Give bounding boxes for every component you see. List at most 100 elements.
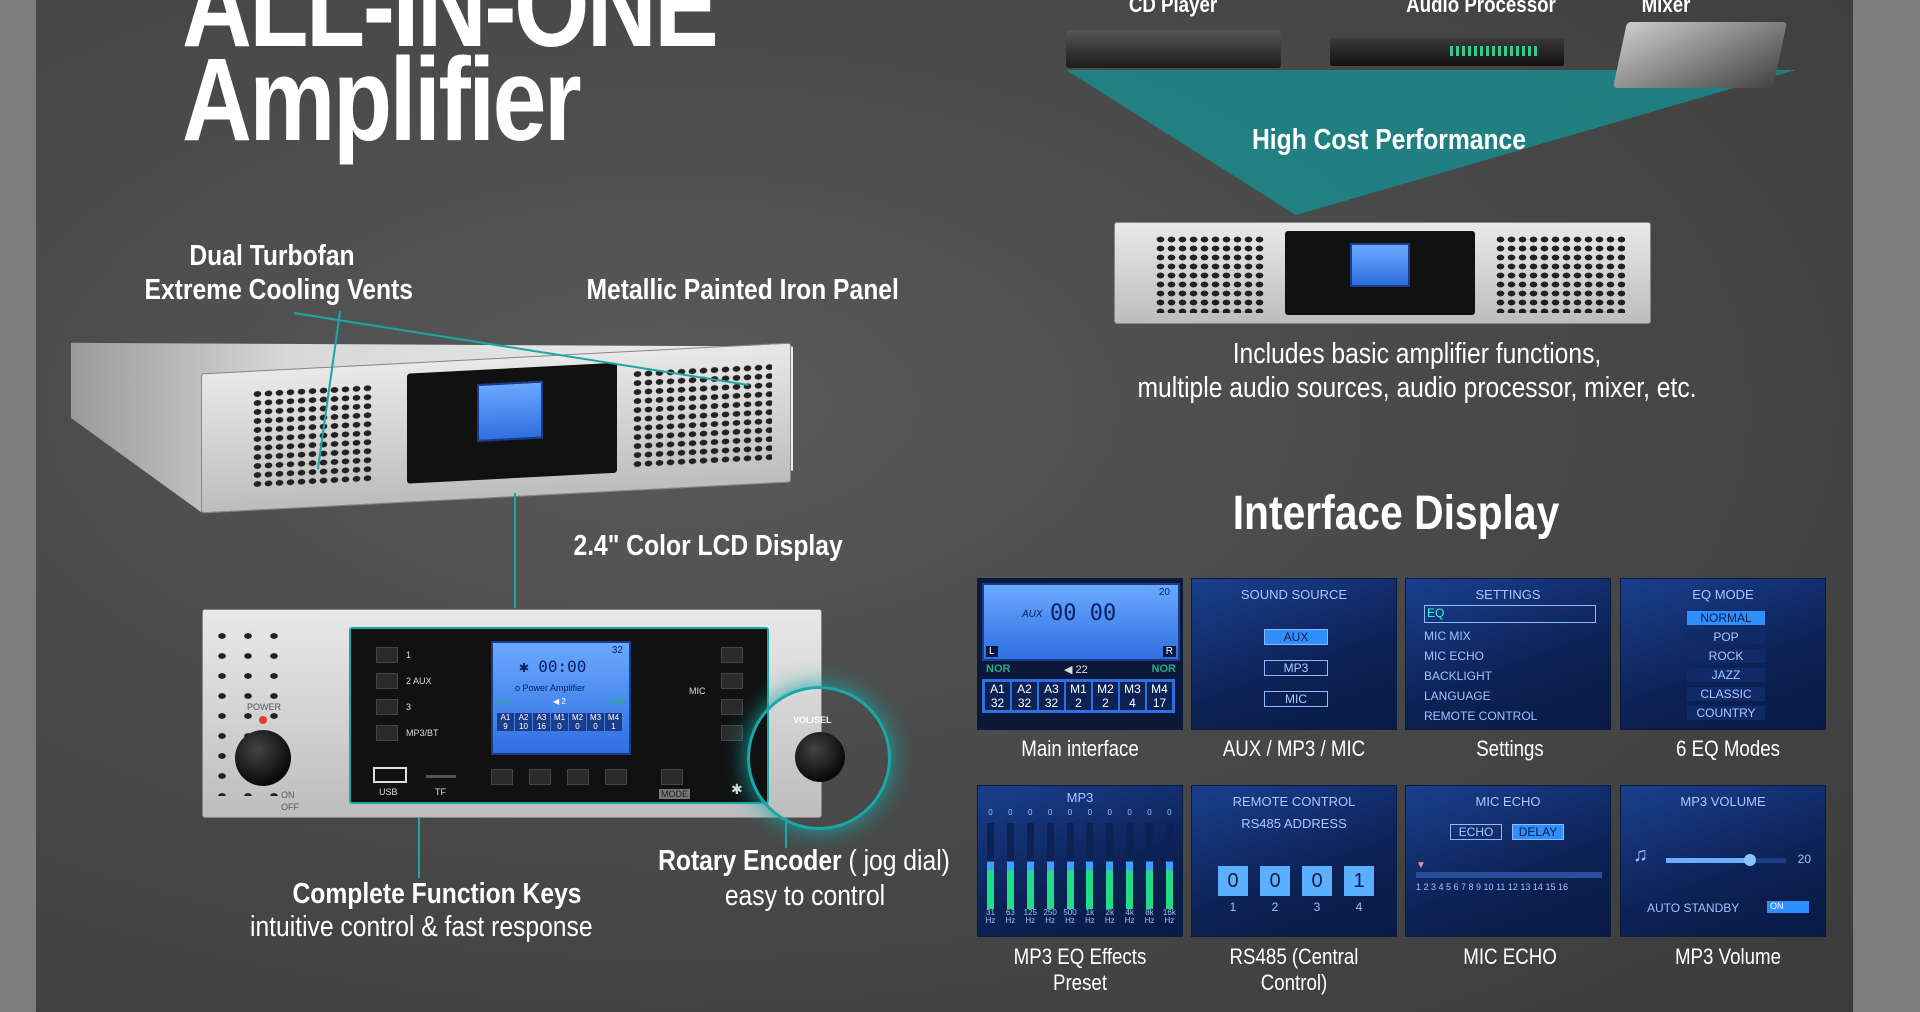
mp3-bt-label: MP3/BT — [406, 728, 439, 738]
echo-tab: ECHO — [1450, 824, 1502, 840]
settings-item: EQ — [1424, 605, 1596, 623]
power-knob[interactable] — [235, 730, 291, 786]
source-option: MP3 — [1264, 660, 1328, 676]
screen-rs485: REMOTE CONTROL RS485 ADDRESS 01 02 03 14 — [1191, 785, 1397, 937]
caption-settings: Settings — [1476, 736, 1544, 761]
tf-slot[interactable] — [426, 775, 456, 778]
eq-mode: NORMAL — [1687, 611, 1765, 625]
caption-rs485: RS485 (Central Control) — [1229, 944, 1359, 995]
eq-mode: ROCK — [1687, 649, 1765, 663]
eq-band: 0 250 Hz — [1043, 808, 1057, 925]
volume-slider — [1666, 854, 1786, 866]
lcd-channel: A2 10 — [515, 713, 532, 731]
eq-band: 0 63 Hz — [1005, 808, 1016, 925]
callout-vents-line2: Extreme Cooling Vents — [144, 274, 413, 306]
aux-label-3: 3 — [406, 702, 412, 712]
eq-band: 0 31 Hz — [985, 808, 996, 925]
interface-title: Interface Display — [1232, 487, 1560, 540]
callout-encoder-sub: easy to control — [724, 880, 886, 912]
mic-key-3[interactable] — [721, 699, 743, 715]
callout-keys-title: Complete Function Keys — [292, 878, 582, 910]
screen-mp3-eq: MP3 0 31 Hz 0 63 Hz 0 125 Hz 0 250 Hz 0 500 Hz 0 1k… — [977, 785, 1183, 937]
lcd-text: o Power Amplifier — [515, 683, 586, 693]
play-pause-key[interactable] — [529, 769, 551, 785]
settings-item: MIC MIX — [1424, 629, 1471, 643]
prev-key[interactable] — [491, 769, 513, 785]
mode-label: MODE — [659, 789, 690, 799]
callout-panel: Metallic Painted Iron Panel — [586, 274, 899, 306]
lcd-nor-left: NOR — [495, 697, 513, 706]
eq-band: 0 1k Hz — [1084, 808, 1095, 925]
lcd-time: ✱ 00:00 — [519, 657, 587, 676]
mic-label: MIC — [689, 686, 706, 696]
aux-label-1: 1 — [406, 650, 412, 660]
address-digit: 0 — [1260, 866, 1290, 896]
amplifier-angled-front — [201, 342, 791, 514]
caption-mp3-eq: MP3 EQ Effects Preset — [1013, 944, 1147, 995]
screen-main: 20 AUX 00 00 L R NOR ◀ 22 NOR A1 32 A2 32 … — [977, 578, 1183, 730]
product-banner: ALL-IN-ONE Amplifier CD Player Audio Pro… — [36, 0, 1853, 1012]
amplifier-front-image — [1114, 222, 1651, 324]
eq-mode: POP — [1687, 630, 1765, 644]
repeat-key[interactable] — [605, 769, 627, 785]
usb-port[interactable] — [373, 767, 407, 783]
source-option: AUX — [1264, 629, 1328, 645]
main-channel: A1 32 — [985, 682, 1010, 710]
eq-band: 0 125 Hz — [1023, 808, 1037, 925]
includes-line2: multiple audio sources, audio processor,… — [1137, 372, 1697, 404]
mode-key[interactable] — [661, 769, 683, 785]
eq-band: 0 4k Hz — [1124, 808, 1135, 925]
screen-settings: SETTINGS EQ MIC MIX MIC ECHO BACKLIGHT L… — [1405, 578, 1611, 730]
vol-sel-label: VOL/SEL — [793, 715, 832, 725]
next-key[interactable] — [567, 769, 589, 785]
settings-item: LANGUAGE — [1424, 689, 1491, 703]
settings-item: BACKLIGHT — [1424, 669, 1493, 683]
eq-mode: COUNTRY — [1687, 706, 1765, 720]
delay-tab: DELAY — [1512, 824, 1564, 840]
eq-band: 0 500 Hz — [1063, 808, 1077, 925]
caption-echo: MIC ECHO — [1463, 944, 1557, 969]
main-channel: M2 2 — [1093, 682, 1118, 710]
aux-key-3[interactable] — [376, 699, 398, 715]
lcd-channels: A1 9 A2 10 A3 16 M1 0 M2 0 M3 0 M4 1 — [497, 713, 622, 731]
mic-key-4[interactable] — [721, 725, 743, 741]
eq-band: 0 16k Hz — [1162, 808, 1176, 925]
callout-keys-sub: intuitive control & fast response — [250, 911, 593, 943]
control-section: 1 2 AUX 3 MP3/BT 32 ✱ 00:00 o Power Ampl… — [349, 627, 769, 804]
main-channel: M4 17 — [1147, 682, 1172, 710]
vol-sel-knob[interactable] — [795, 732, 845, 782]
address-digit: 0 — [1302, 866, 1332, 896]
bluetooth-icon: ✱ — [731, 781, 743, 797]
lcd-channel: M4 1 — [605, 713, 622, 731]
callout-lcd: 2.4" Color LCD Display — [573, 530, 843, 562]
mic-key-2[interactable] — [721, 673, 743, 689]
address-digit: 1 — [1344, 866, 1374, 896]
encoder-title: Rotary Encoder — [658, 845, 842, 877]
aux-label-2: 2 AUX — [406, 676, 432, 686]
lcd-level: ◀ 2 — [553, 697, 566, 706]
mic-key-1[interactable] — [721, 647, 743, 663]
usb-label: USB — [379, 787, 398, 797]
eq-mode: CLASSIC — [1687, 687, 1765, 701]
source-option: MIC — [1264, 691, 1328, 707]
main-channel: M1 2 — [1066, 682, 1091, 710]
aux-key-2[interactable] — [376, 673, 398, 689]
cd-player-image — [1066, 30, 1281, 68]
high-cost-performance: High Cost Performance — [1252, 124, 1526, 156]
eq-band: 0 2k Hz — [1104, 808, 1115, 925]
settings-item: MIC ECHO — [1424, 649, 1484, 663]
eq-mode: JAZZ — [1687, 668, 1765, 682]
main-channel: M3 4 — [1120, 682, 1145, 710]
lcd-channel: M1 0 — [551, 713, 568, 731]
mixer-image — [1612, 22, 1788, 88]
device-label-cd: CD Player — [1128, 0, 1218, 17]
device-label-processor: Audio Processor — [1406, 0, 1556, 17]
main-channel: A3 32 — [1039, 682, 1064, 710]
lcd-channel: M3 0 — [587, 713, 604, 731]
aux-key-1[interactable] — [376, 647, 398, 663]
mp3-bt-key[interactable] — [376, 725, 398, 741]
power-label: POWER — [247, 702, 282, 712]
panel-lcd: 32 ✱ 00:00 o Power Amplifier NOR ◀ 2 NOR… — [491, 641, 631, 755]
lcd-volume: 32 — [611, 645, 623, 656]
lcd-channel: A1 9 — [497, 713, 514, 731]
